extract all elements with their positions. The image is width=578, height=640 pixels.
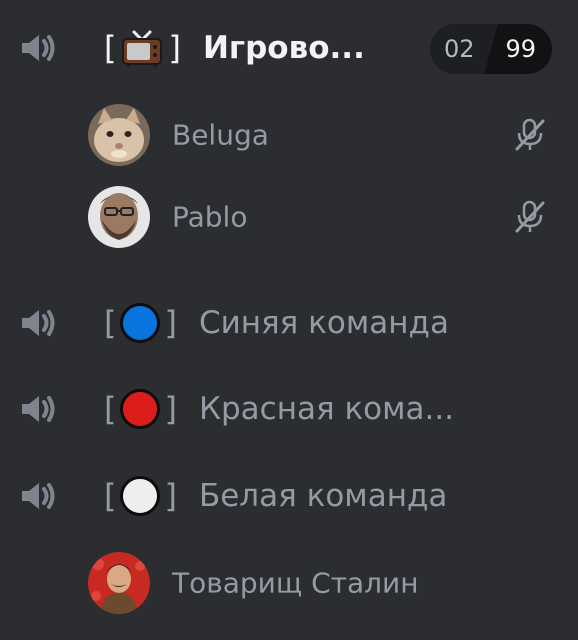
voice-user-pablo[interactable]: Pablo xyxy=(0,182,578,252)
channel-name: [ ] Синяя команда xyxy=(104,303,449,343)
voice-channel-red-team[interactable]: [ ] Красная кома... xyxy=(0,379,578,439)
avatar xyxy=(88,552,150,614)
mic-muted-icon xyxy=(515,200,545,233)
voice-user-beluga[interactable]: Beluga xyxy=(0,100,578,170)
bracket-open: [ xyxy=(104,29,117,67)
user-name: Товарищ Сталин xyxy=(172,566,419,600)
bracket-open: [ xyxy=(104,477,117,515)
user-name: Pablo xyxy=(172,200,248,234)
channel-label: Игрово... xyxy=(202,30,365,66)
bracket-open: [ xyxy=(104,390,117,428)
user-limit: 99 xyxy=(505,35,536,63)
speaker-icon xyxy=(22,483,55,509)
bracket-close: ] xyxy=(168,29,181,67)
user-name: Beluga xyxy=(172,118,269,152)
channel-label: Белая команда xyxy=(198,478,448,514)
tv-icon xyxy=(122,30,163,68)
channel-label: Красная кома... xyxy=(198,391,455,427)
speaker-icon xyxy=(22,35,55,61)
mic-muted-icon xyxy=(515,118,545,151)
user-count: 02 xyxy=(444,35,475,63)
speaker-icon xyxy=(22,310,55,336)
portrait-avatar xyxy=(88,552,150,614)
channel-name: [ ] Игрово... xyxy=(104,28,365,68)
user-limit-badge: 02 99 xyxy=(430,24,552,74)
bearded-man-avatar xyxy=(88,186,150,248)
red-circle-icon xyxy=(120,389,161,429)
white-circle-icon xyxy=(120,476,161,516)
bracket-close: ] xyxy=(164,390,177,428)
channel-label: Синяя команда xyxy=(198,305,449,341)
voice-channel-blue-team[interactable]: [ ] Синяя команда xyxy=(0,293,578,353)
channel-name: [ ] Белая команда xyxy=(104,476,447,516)
avatar xyxy=(88,104,150,166)
bracket-close: ] xyxy=(164,304,177,342)
speaker-icon xyxy=(22,396,55,422)
voice-user-stalin[interactable]: Товарищ Сталин xyxy=(0,548,578,618)
bracket-close: ] xyxy=(164,477,177,515)
beluga-cat-avatar xyxy=(88,104,150,166)
blue-circle-icon xyxy=(120,303,161,343)
avatar xyxy=(88,186,150,248)
voice-channel-white-team[interactable]: [ ] Белая команда xyxy=(0,466,578,526)
channel-name: [ ] Красная кома... xyxy=(104,389,454,429)
bracket-open: [ xyxy=(104,304,117,342)
